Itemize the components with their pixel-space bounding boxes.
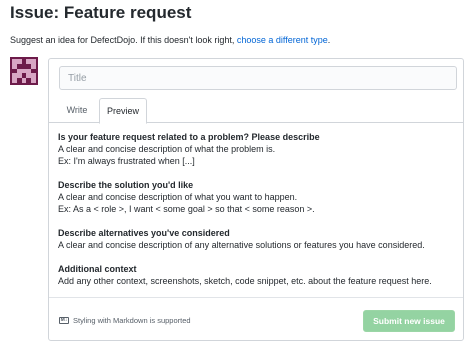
tab-preview[interactable]: Preview <box>99 98 147 124</box>
section-heading: Describe the solution you'd like <box>58 180 194 190</box>
section-heading: Describe alternatives you've considered <box>58 228 230 238</box>
markdown-note-text: Styling with Markdown is supported <box>73 316 191 325</box>
preview-section-problem: Is your feature request related to a pro… <box>58 131 463 167</box>
form-divider <box>49 297 463 298</box>
markdown-icon: M↓ <box>59 317 69 324</box>
section-line: A clear and concise description of what … <box>58 192 298 202</box>
section-line: A clear and concise description of any a… <box>58 240 425 250</box>
editor-tabs: Write Preview <box>49 98 463 124</box>
subtitle-end: . <box>327 35 331 45</box>
section-line: A clear and concise description of what … <box>58 144 276 154</box>
preview-section-solution: Describe the solution you'd like A clear… <box>58 179 463 215</box>
preview-section-alternatives: Describe alternatives you've considered … <box>58 227 463 251</box>
section-heading: Is your feature request related to a pro… <box>58 132 320 142</box>
section-line: Add any other context, screenshots, sket… <box>58 276 432 286</box>
submit-new-issue-button[interactable]: Submit new issue <box>363 310 455 332</box>
tab-write[interactable]: Write <box>58 98 96 123</box>
section-line: Ex: As a < role >, I want < some goal > … <box>58 204 315 214</box>
subtitle-text: Suggest an idea for DefectDojo. If this … <box>10 35 237 45</box>
choose-different-type-link[interactable]: choose a different type <box>237 35 328 45</box>
section-heading: Additional context <box>58 264 137 274</box>
preview-pane: Is your feature request related to a pro… <box>49 131 463 299</box>
section-line: Ex: I'm always frustrated when [...] <box>58 156 195 166</box>
page-title: Issue: Feature request <box>10 3 192 22</box>
avatar[interactable] <box>10 57 38 85</box>
preview-section-context: Additional context Add any other context… <box>58 263 463 287</box>
new-issue-form: Write Preview Is your feature request re… <box>48 58 464 341</box>
markdown-note[interactable]: M↓ Styling with Markdown is supported <box>59 316 191 325</box>
title-input[interactable] <box>59 66 457 90</box>
page-subtitle: Suggest an idea for DefectDojo. If this … <box>10 35 330 45</box>
